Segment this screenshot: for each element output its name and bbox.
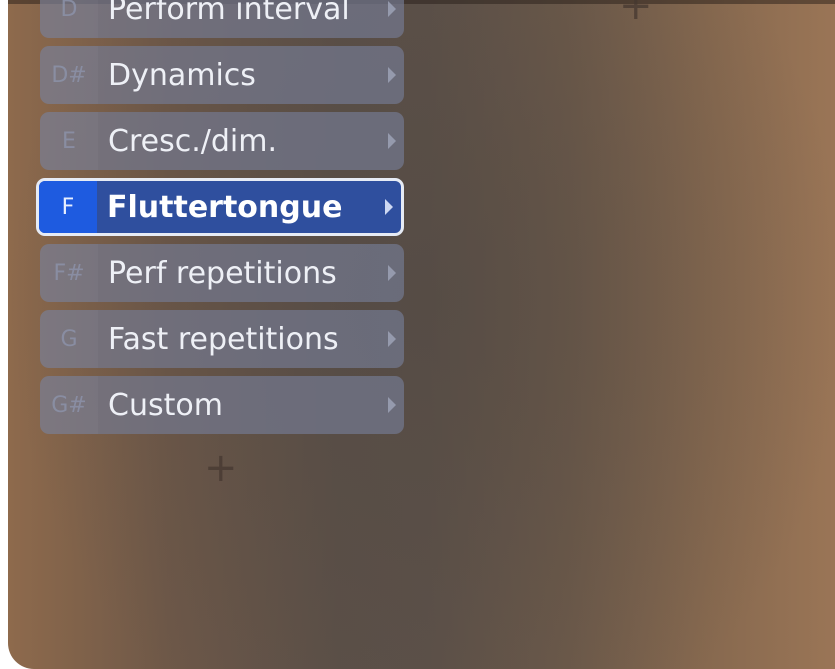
menu-item-perform-interval[interactable]: D Perform interval [40,0,404,38]
chevron-right-icon [380,396,404,414]
menu-item-fluttertongue[interactable]: F Fluttertongue [36,178,404,236]
menu-item-key: F# [40,244,98,302]
menu-item-key: F [39,181,97,233]
menu-item-key: G [40,310,98,368]
menu-item-key: D [40,0,98,38]
menu-item-dynamics[interactable]: D# Dynamics [40,46,404,104]
chevron-right-icon [377,198,401,216]
menu-item-label: Dynamics [108,57,256,93]
menu-item-label: Perf repetitions [108,255,337,291]
menu-item-key: D# [40,46,98,104]
chevron-right-icon [380,0,404,18]
chevron-right-icon [380,66,404,84]
menu-item-label: Custom [108,387,223,423]
menu-item-custom[interactable]: G# Custom [40,376,404,434]
chevron-right-icon [380,330,404,348]
menu-item-key: E [40,112,98,170]
chevron-right-icon [380,132,404,150]
menu-item-label: Perform interval [108,0,350,27]
menu-item-label: Cresc./dim. [108,123,277,159]
menu-item-perf-repetitions[interactable]: F# Perf repetitions [40,244,404,302]
add-item-icon[interactable]: + [619,0,653,26]
menu-item-label: Fluttertongue [107,189,343,225]
app-window: D Perform interval D# Dynamics E Cresc./… [8,0,835,669]
add-menu-item-icon[interactable]: + [204,448,238,488]
menu-item-cresc-dim[interactable]: E Cresc./dim. [40,112,404,170]
context-menu: D Perform interval D# Dynamics E Cresc./… [36,0,404,442]
menu-item-label: Fast repetitions [108,321,339,357]
menu-item-fast-repetitions[interactable]: G Fast repetitions [40,310,404,368]
chevron-right-icon [380,264,404,282]
menu-item-key: G# [40,376,98,434]
